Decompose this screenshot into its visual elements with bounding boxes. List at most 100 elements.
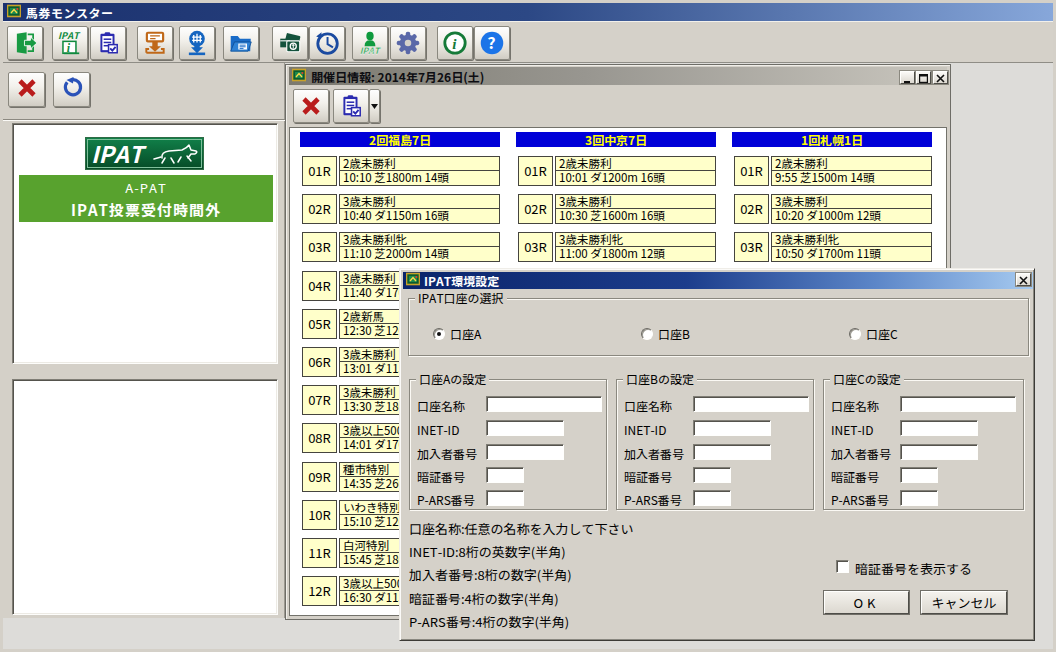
race-number: 03R	[302, 232, 337, 262]
show-pin-checkbox[interactable]	[836, 560, 849, 573]
field-input-pars-c[interactable]	[900, 490, 938, 506]
close-icon	[1019, 271, 1028, 288]
race-info-box: 3歳未勝利 10:30 芝1600m 16頭	[555, 194, 716, 224]
screen: { "window": { "title": "馬券モンスター" }, "mai…	[0, 0, 1056, 652]
toolbar-button-clock[interactable]	[309, 26, 345, 60]
field-input-inetid-a[interactable]	[486, 420, 564, 436]
refresh-icon	[60, 77, 84, 102]
account-field-row: 加入者番号	[824, 444, 1017, 460]
race-row[interactable]: 01R 2歳未勝利 10:10 芝1800m 14頭	[300, 156, 500, 186]
race-name: 3歳未勝利	[772, 195, 931, 209]
race-number: 11R	[302, 538, 337, 568]
race-row[interactable]: 03R 3歳未勝利牝 11:10 芝2000m 14頭	[300, 232, 500, 262]
toolbar-button-payout[interactable]	[272, 26, 308, 60]
field-label: INET-ID	[417, 421, 459, 438]
race-window-toolbar	[289, 85, 947, 127]
toolbar-button-ipat-info[interactable]: IPATi	[52, 26, 88, 60]
field-input-inetid-c[interactable]	[900, 420, 978, 436]
race-detail: 10:01 ダ1200m 16頭	[556, 171, 715, 185]
dialog-titlebar[interactable]: IPAT環境設定	[403, 272, 1033, 289]
account-field-row: P-ARS番号	[824, 490, 1017, 506]
race-close-button[interactable]	[293, 89, 329, 123]
field-input-member-c[interactable]	[900, 444, 978, 460]
field-input-pars-b[interactable]	[693, 490, 731, 506]
race-votelist-dropdown[interactable]	[369, 89, 380, 123]
account-radio-item[interactable]: 口座C	[849, 325, 898, 342]
field-label: P-ARS番号	[831, 491, 889, 508]
account-group-label: 口座Cの設定	[830, 372, 904, 386]
toolbar-button-exit-door[interactable]	[7, 26, 43, 60]
ipat-info-icon: IPATi	[57, 30, 83, 56]
race-row[interactable]: 03R 3歳未勝利牝 11:00 ダ1800m 12頭	[516, 232, 716, 262]
account-radio-item[interactable]: 口座A	[433, 325, 481, 342]
field-input-name-b[interactable]	[693, 396, 809, 412]
race-row[interactable]: 02R 3歳未勝利 10:20 ダ1000m 12頭	[732, 194, 932, 224]
settings-gear-icon	[395, 30, 421, 56]
ok-button[interactable]: OK	[824, 591, 909, 614]
field-label: 暗証番号	[417, 468, 465, 485]
race-row[interactable]: 03R 3歳未勝利牝 10:50 ダ1700m 11頭	[732, 232, 932, 262]
close-icon	[936, 69, 945, 86]
main-titlebar[interactable]: 馬券モンスター	[3, 3, 1053, 21]
race-row[interactable]: 02R 3歳未勝利 10:40 ダ1150m 16頭	[300, 194, 500, 224]
maximize-button[interactable]	[916, 71, 931, 84]
field-input-pars-a[interactable]	[486, 490, 524, 506]
radio-icon[interactable]	[433, 328, 445, 340]
toolbar-button-help-circle[interactable]: ?	[474, 26, 510, 60]
dialog-icon	[406, 272, 420, 289]
race-detail: 11:00 ダ1800m 12頭	[556, 247, 715, 261]
field-input-member-a[interactable]	[486, 444, 564, 460]
field-label: P-ARS番号	[417, 491, 475, 508]
race-row[interactable]: 01R 2歳未勝利 9:55 芝1500m 14頭	[732, 156, 932, 186]
race-column-header: 3回中京7日	[516, 132, 716, 147]
payout-icon	[277, 30, 303, 56]
race-votelist-button[interactable]	[333, 89, 369, 123]
toolbar-button-folder-data[interactable]	[223, 26, 259, 60]
radio-icon[interactable]	[849, 328, 861, 340]
account-settings-group: 口座Aの設定 口座名称 INET-ID 加入者番号 暗証番号 P-ARS番号	[409, 379, 607, 510]
dialog-close-button[interactable]	[1016, 273, 1031, 286]
field-input-pin-c[interactable]	[900, 467, 938, 483]
account-settings-group: 口座Cの設定 口座名称 INET-ID 加入者番号 暗証番号 P-ARS番号	[823, 379, 1024, 510]
race-row[interactable]: 01R 2歳未勝利 10:01 ダ1200m 16頭	[516, 156, 716, 186]
panel-close-button[interactable]	[8, 72, 45, 107]
toolbar-button-vote-list[interactable]	[90, 26, 126, 60]
panel-refresh-button[interactable]	[53, 72, 90, 107]
account-field-row: INET-ID	[824, 420, 1017, 436]
field-input-pin-b[interactable]	[693, 467, 731, 483]
race-name: 3歳未勝利	[556, 195, 715, 209]
panel-separator	[3, 119, 285, 121]
race-number: 04R	[302, 271, 337, 301]
field-input-member-b[interactable]	[693, 444, 771, 460]
vote-list-icon	[95, 30, 121, 56]
help-line: 加入者番号:8桁の数字(半角)	[409, 565, 572, 584]
race-window-titlebar[interactable]: 開催日情報: 2014年7月26日(土)	[289, 67, 947, 85]
account-radio-item[interactable]: 口座B	[641, 325, 690, 342]
account-field-row: 暗証番号	[410, 467, 600, 483]
race-name: 3歳未勝利牝	[340, 233, 499, 247]
field-input-name-c[interactable]	[900, 396, 1016, 412]
race-number: 03R	[518, 232, 553, 262]
close-button[interactable]	[933, 71, 948, 84]
toolbar-button-axis-download[interactable]	[179, 26, 215, 60]
field-input-inetid-b[interactable]	[693, 420, 771, 436]
race-detail: 10:40 ダ1150m 16頭	[340, 209, 499, 223]
field-input-name-a[interactable]	[486, 396, 602, 412]
ipat-status-box: IPAT A-PAT IPAT投票受付時間外	[12, 123, 278, 364]
side-empty-box	[12, 379, 278, 615]
race-number: 01R	[734, 156, 769, 186]
cancel-button[interactable]: キャンセル	[921, 591, 1007, 614]
toolbar-button-settings-gear[interactable]	[390, 26, 426, 60]
toolbar-button-info-circle[interactable]: i	[437, 26, 473, 60]
field-input-pin-a[interactable]	[486, 467, 524, 483]
race-detail: 10:30 芝1600m 16頭	[556, 209, 715, 223]
toolbar-button-download-monitor[interactable]	[137, 26, 173, 60]
help-line: 口座名称:任意の名称を入力して下さい	[409, 519, 634, 538]
race-row[interactable]: 02R 3歳未勝利 10:30 芝1600m 16頭	[516, 194, 716, 224]
radio-icon[interactable]	[641, 328, 653, 340]
toolbar-button-ipat-person[interactable]: IPAT	[352, 26, 388, 60]
maximize-icon	[919, 69, 928, 86]
minimize-button[interactable]	[900, 71, 915, 84]
race-name: 2歳未勝利	[772, 157, 931, 171]
account-field-row: 口座名称	[824, 396, 1017, 412]
